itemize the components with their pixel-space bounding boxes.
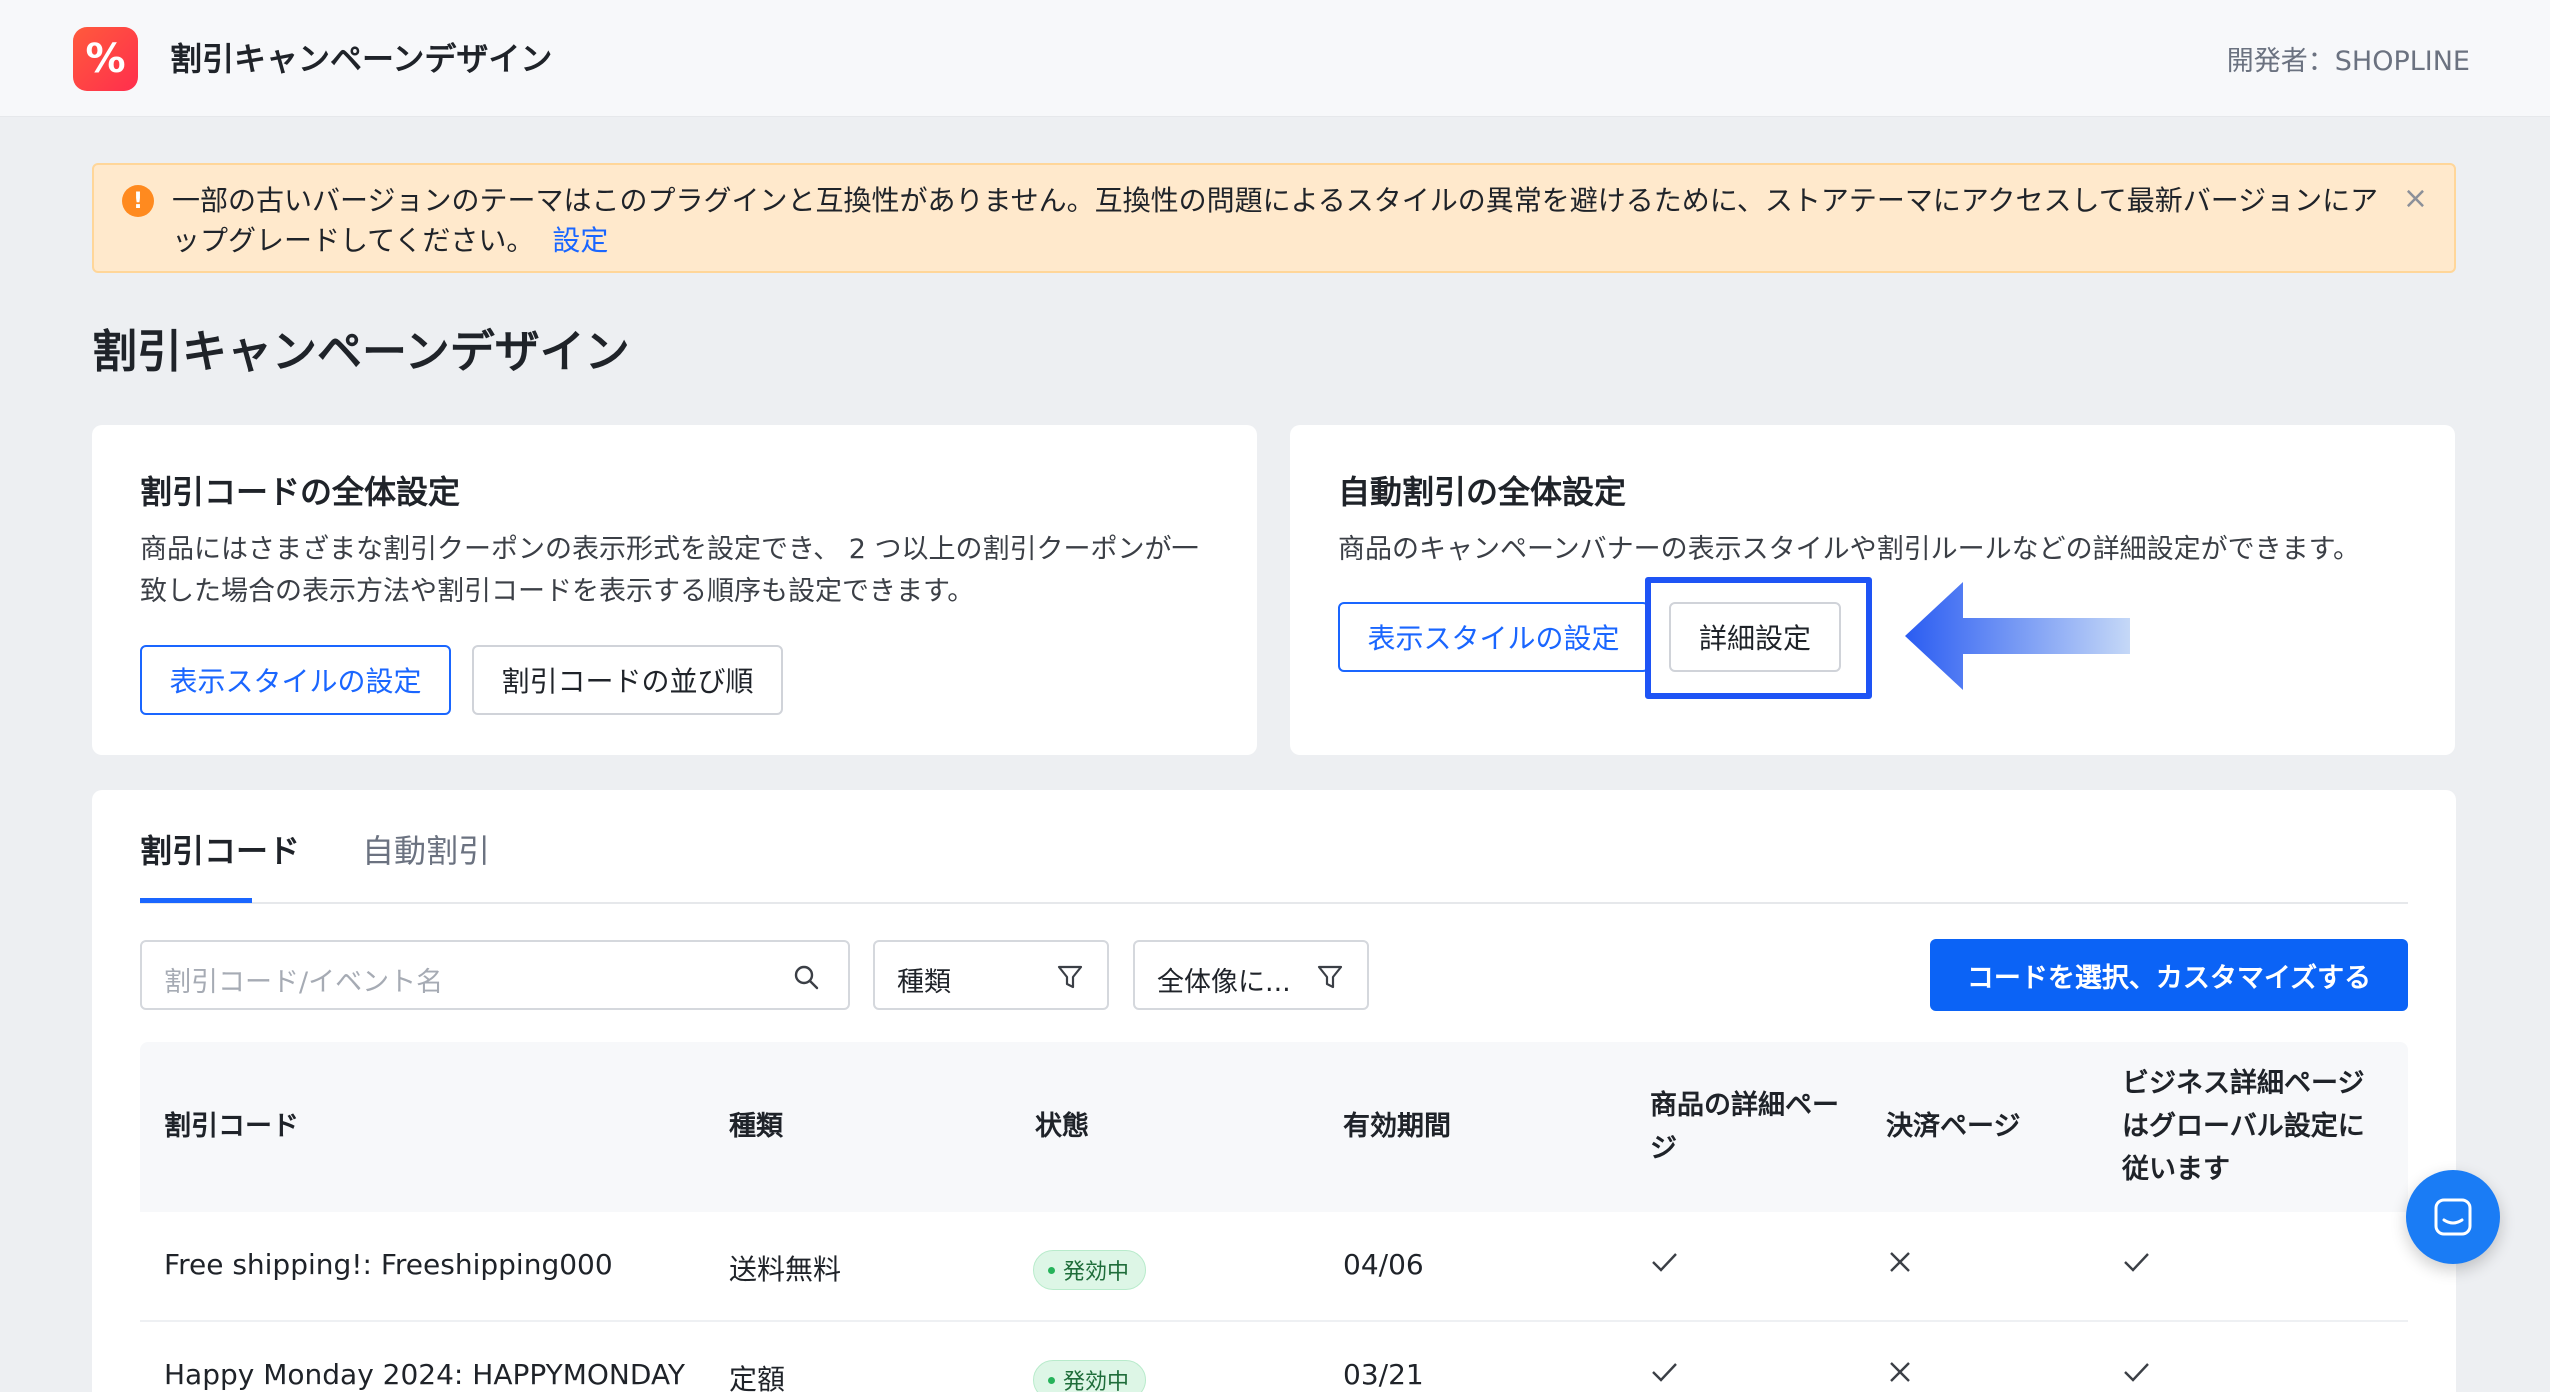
select-customize-button[interactable]: コードを選択、カスタマイズする xyxy=(1930,939,2408,1011)
card-title: 割引コードの全体設定 xyxy=(140,473,461,511)
alert-message-text: 一部の古いバージョンのテーマはこのプラグインと互換性がありません。互換性の問題に… xyxy=(172,184,2379,257)
app-logo-icon: % xyxy=(73,27,138,91)
overview-filter[interactable]: 全体像に... xyxy=(1133,940,1369,1010)
page-title: 割引キャンペーンデザイン xyxy=(92,325,630,378)
discount-code-settings-card: 割引コードの全体設定 商品にはさまざまな割引クーポンの表示形式を設定でき、 2 … xyxy=(92,425,1257,755)
active-tab-indicator xyxy=(140,898,252,903)
warning-icon: ! xyxy=(122,185,154,217)
column-header-product-page[interactable]: 商品の詳細ページ xyxy=(1650,1084,1850,1170)
tab-divider xyxy=(140,902,2408,904)
developer-label: 開発者：SHOPLINE xyxy=(2226,46,2470,77)
search-input[interactable]: 割引コード/イベント名 xyxy=(140,940,850,1010)
cell-code: Free shipping!: Freeshipping000 xyxy=(164,1248,613,1281)
alert-settings-link[interactable]: 設定 xyxy=(552,224,608,257)
cell-type: 送料無料 xyxy=(729,1253,842,1286)
auto-display-style-button[interactable]: 表示スタイルの設定 xyxy=(1338,602,1649,672)
status-label: 発効中 xyxy=(1063,1260,1130,1285)
column-header-global[interactable]: ビジネス詳細ページはグローバル設定に従います xyxy=(2122,1062,2378,1191)
check-icon xyxy=(2124,1363,2149,1382)
code-order-button[interactable]: 割引コードの並び順 xyxy=(472,645,783,715)
filter-label: 全体像に... xyxy=(1157,967,1291,998)
status-badge: 発効中 xyxy=(1033,1250,1147,1290)
chat-button[interactable] xyxy=(2406,1170,2500,1264)
column-header-status[interactable]: 状態 xyxy=(1035,1105,1089,1148)
tab-discount-code[interactable]: 割引コード xyxy=(140,826,300,872)
cell-type: 定額 xyxy=(729,1363,786,1392)
status-label: 発効中 xyxy=(1063,1370,1130,1392)
status-badge: 発効中 xyxy=(1033,1360,1147,1392)
filter-label: 種類 xyxy=(897,967,951,998)
highlight-box xyxy=(1645,577,1872,699)
cell-code: Happy Monday 2024: HAPPYMONDAY xyxy=(164,1358,686,1391)
column-header-checkout-page[interactable]: 決済ページ xyxy=(1886,1105,2020,1148)
check-icon xyxy=(1652,1363,1677,1382)
code-display-style-button[interactable]: 表示スタイルの設定 xyxy=(140,645,451,715)
auto-discount-settings-card: 自動割引の全体設定 商品のキャンペーンバナーの表示スタイルや割引ルールなどの詳細… xyxy=(1290,425,2455,755)
search-icon xyxy=(794,965,819,990)
type-filter[interactable]: 種類 xyxy=(873,940,1109,1010)
close-icon[interactable]: × xyxy=(2403,181,2428,216)
left-arrow-icon xyxy=(1905,582,2130,690)
column-header-type[interactable]: 種類 xyxy=(729,1105,783,1148)
table-row[interactable]: Happy Monday 2024: HAPPYMONDAY 定額 発効中 03… xyxy=(140,1322,2408,1392)
column-header-period[interactable]: 有効期間 xyxy=(1343,1105,1451,1148)
filter-icon xyxy=(1317,965,1343,989)
compatibility-alert: ! 一部の古いバージョンのテーマはこのプラグインと互換性がありません。互換性の問… xyxy=(92,163,2456,273)
status-dot xyxy=(1048,1376,1055,1384)
card-title: 自動割引の全体設定 xyxy=(1338,473,1627,511)
app-title: 割引キャンペーンデザイン xyxy=(170,40,553,78)
card-description: 商品にはさまざまな割引クーポンの表示形式を設定でき、 2 つ以上の割引クーポンが… xyxy=(140,534,1199,607)
cell-period: 03/21 xyxy=(1343,1358,1424,1391)
app-logo-glyph: % xyxy=(85,36,126,82)
tab-auto-discount[interactable]: 自動割引 xyxy=(362,826,490,872)
chat-icon xyxy=(2434,1198,2472,1236)
card-description: 商品のキャンペーンバナーの表示スタイルや割引ルールなどの詳細設定ができます。 xyxy=(1338,534,2360,565)
column-header-code[interactable]: 割引コード xyxy=(164,1105,299,1148)
top-bar: % 割引キャンペーンデザイン 開発者：SHOPLINE xyxy=(0,0,2550,117)
filter-icon xyxy=(1057,965,1083,989)
discount-list-card: 割引コード 自動割引 割引コード/イベント名 種類 全体像に... コードを選択… xyxy=(92,790,2456,1392)
search-placeholder: 割引コード/イベント名 xyxy=(164,967,444,998)
cell-period: 04/06 xyxy=(1343,1248,1424,1281)
alert-message: 一部の古いバージョンのテーマはこのプラグインと互換性がありません。互換性の問題に… xyxy=(172,181,2402,261)
cross-icon xyxy=(1890,1362,1910,1382)
check-icon xyxy=(1652,1253,1677,1272)
table-row[interactable]: Free shipping!: Freeshipping000 送料無料 発効中… xyxy=(140,1212,2408,1322)
table-header: 割引コード 種類 状態 有効期間 商品の詳細ページ 決済ページ ビジネス詳細ペー… xyxy=(140,1042,2408,1212)
cross-icon xyxy=(1890,1252,1910,1272)
check-icon xyxy=(2124,1253,2149,1272)
status-dot xyxy=(1048,1266,1055,1274)
